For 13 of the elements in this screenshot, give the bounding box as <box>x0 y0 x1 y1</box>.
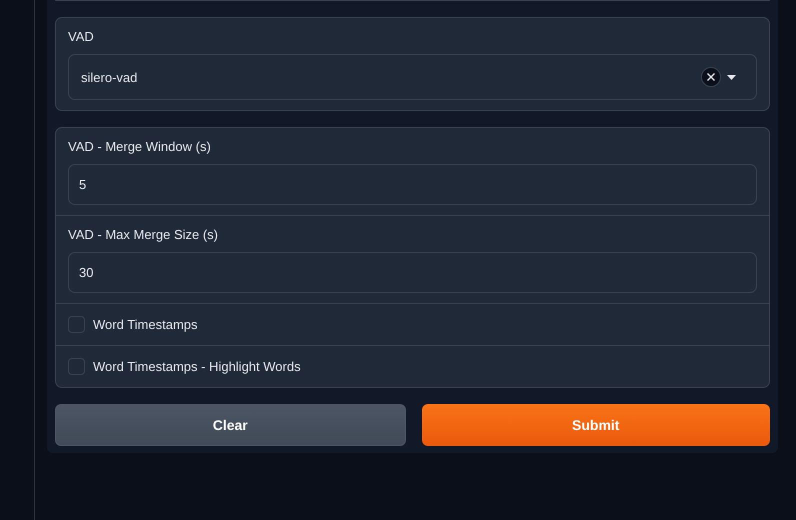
caret-icon[interactable] <box>727 74 736 80</box>
field-label: VAD <box>68 29 95 45</box>
checkbox[interactable] <box>68 316 85 333</box>
vad-dropdown[interactable]: silero-vad <box>68 54 757 100</box>
clear-icon[interactable] <box>701 67 721 87</box>
clear-button[interactable]: Clear <box>55 404 406 446</box>
checkbox-label[interactable]: Word Timestamps <box>93 317 198 332</box>
checkbox[interactable] <box>68 358 85 375</box>
checkbox-label[interactable]: Word Timestamps - Highlight Words <box>93 359 301 374</box>
number-field[interactable]: 30 <box>68 252 757 293</box>
field-label: VAD - Max Merge Size (s) <box>68 227 220 243</box>
number-field[interactable]: 5 <box>68 164 757 205</box>
field-label: VAD - Merge Window (s) <box>68 139 212 155</box>
